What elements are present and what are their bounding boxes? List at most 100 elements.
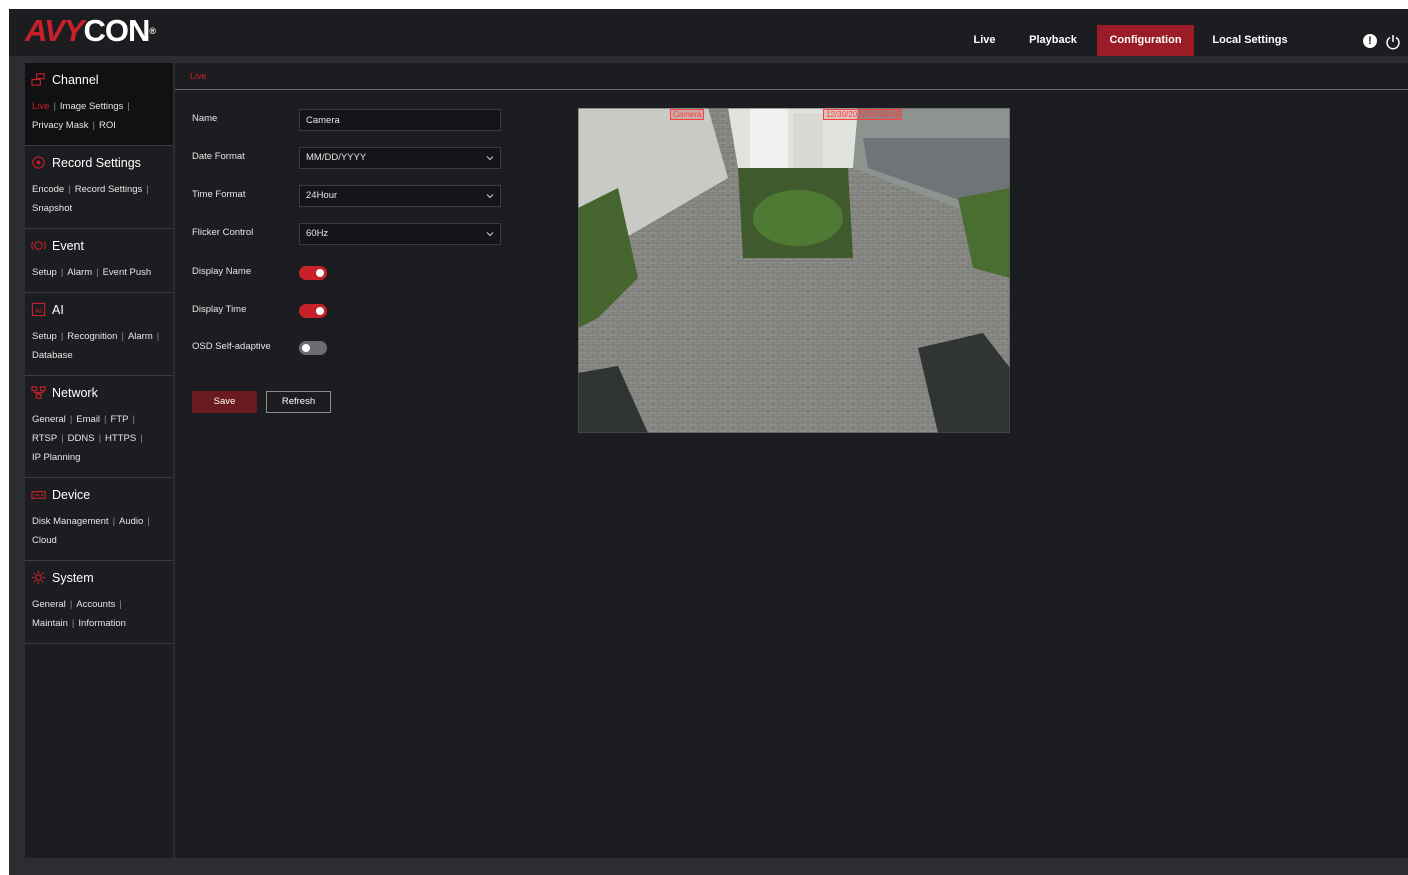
sidebar-link-image-settings[interactable]: Image Settings xyxy=(60,101,123,112)
name-input[interactable] xyxy=(299,109,501,131)
tab-bar: Live xyxy=(175,63,1408,90)
time-format-select[interactable]: 24Hour xyxy=(299,185,501,207)
logo-white-text: CON xyxy=(83,13,150,48)
sidebar-section-device: Device Disk Management | Audio | Cloud xyxy=(25,478,173,561)
ai-icon: AI xyxy=(31,302,46,317)
sidebar-section-event: Event Setup | Alarm | Event Push xyxy=(25,229,173,293)
sidebar-section-ai: AI AI Setup | Recognition | Alarm | Database xyxy=(25,293,173,376)
logo-registered-mark: ® xyxy=(149,26,156,36)
refresh-button[interactable]: Refresh xyxy=(266,391,331,413)
sidebar-device-links: Disk Management | Audio | Cloud xyxy=(32,516,150,546)
sidebar-link-information[interactable]: Information xyxy=(78,618,126,629)
sidebar-ai-title: AI xyxy=(52,302,64,317)
main-nav: Live Playback Configuration Local Settin… xyxy=(959,25,1306,56)
display-time-toggle[interactable] xyxy=(299,304,327,318)
flicker-control-value: 60Hz xyxy=(306,228,329,239)
sidebar: Channel Live | Image Settings | Privacy Mask… xyxy=(25,63,173,858)
sidebar-record-header[interactable]: Record Settings xyxy=(25,146,173,176)
sidebar-system-header[interactable]: System xyxy=(25,561,173,591)
sidebar-link-ftp[interactable]: FTP xyxy=(111,414,129,425)
sidebar-event-header[interactable]: Event xyxy=(25,229,173,259)
tab-live[interactable]: Live xyxy=(190,71,207,81)
sidebar-link-rtsp[interactable]: RTSP xyxy=(32,433,57,444)
sidebar-link-ai-setup[interactable]: Setup xyxy=(32,331,57,342)
sidebar-section-channel: Channel Live | Image Settings | Privacy Mask… xyxy=(25,63,173,146)
sidebar-event-title: Event xyxy=(52,238,84,253)
sidebar-link-ai-alarm[interactable]: Alarm xyxy=(128,331,153,342)
info-icon[interactable]: ! xyxy=(1363,34,1377,48)
sidebar-link-snapshot[interactable]: Snapshot xyxy=(32,203,72,214)
sidebar-device-title: Device xyxy=(52,487,91,502)
sidebar-link-live[interactable]: Live xyxy=(32,101,49,112)
power-icon[interactable] xyxy=(1385,34,1401,50)
flicker-control-select[interactable]: 60Hz xyxy=(299,223,501,245)
chevron-down-icon xyxy=(486,232,494,237)
sidebar-link-encode[interactable]: Encode xyxy=(32,184,64,195)
date-format-select[interactable]: MM/DD/YYYY xyxy=(299,147,501,169)
sidebar-section-network: Network General | Email | FTP | RTSP | DDNS | HTTP… xyxy=(25,376,173,478)
sidebar-link-recognition[interactable]: Recognition xyxy=(67,331,117,342)
sidebar-link-disk-management[interactable]: Disk Management xyxy=(32,516,109,527)
sidebar-record-links: Encode | Record Settings | Snapshot xyxy=(32,184,149,214)
sidebar-link-event-setup[interactable]: Setup xyxy=(32,267,57,278)
record-icon xyxy=(32,156,45,169)
sidebar-section-system: System General | Accounts | Maintain | Informa… xyxy=(25,561,173,644)
top-bar: AVYCON® Live Playback Configuration Loca… xyxy=(9,9,1408,56)
sidebar-link-audio[interactable]: Audio xyxy=(119,516,143,527)
sidebar-link-roi[interactable]: ROI xyxy=(99,120,116,131)
camera-preview-image xyxy=(578,108,1010,433)
sidebar-system-title: System xyxy=(52,570,94,585)
sidebar-link-ddns[interactable]: DDNS xyxy=(68,433,95,444)
sidebar-network-title: Network xyxy=(52,385,98,400)
display-name-label: Display Name xyxy=(192,266,252,277)
sidebar-link-privacy-mask[interactable]: Privacy Mask xyxy=(32,120,88,131)
nav-local-settings[interactable]: Local Settings xyxy=(1194,25,1306,56)
sidebar-channel-title: Channel xyxy=(52,72,99,87)
sidebar-channel-links: Live | Image Settings | Privacy Mask | ROI xyxy=(32,101,130,131)
content-panel: Live Name Date Format MM/DD/YYYY Time Fo… xyxy=(175,63,1408,858)
device-icon xyxy=(31,491,46,499)
sidebar-ai-header[interactable]: AI AI xyxy=(25,293,173,323)
brand-logo: AVYCON® xyxy=(25,13,156,48)
sidebar-link-event-alarm[interactable]: Alarm xyxy=(67,267,92,278)
event-icon xyxy=(31,241,46,250)
sidebar-link-event-push[interactable]: Event Push xyxy=(103,267,152,278)
sidebar-link-record-settings[interactable]: Record Settings xyxy=(75,184,143,195)
chevron-down-icon xyxy=(486,194,494,199)
chevron-down-icon xyxy=(486,156,494,161)
time-format-value: 24Hour xyxy=(306,190,338,201)
display-name-toggle[interactable] xyxy=(299,266,327,280)
sidebar-network-links: General | Email | FTP | RTSP | DDNS | HTTPS | IP Pla… xyxy=(32,414,143,463)
sidebar-link-https[interactable]: HTTPS xyxy=(105,433,136,444)
sidebar-channel-header[interactable]: Channel xyxy=(25,63,173,93)
app-window: AVYCON® Live Playback Configuration Loca… xyxy=(9,9,1408,875)
camera-icon xyxy=(31,73,45,86)
nav-configuration[interactable]: Configuration xyxy=(1097,25,1194,56)
logo-red-text: AVY xyxy=(25,13,84,48)
nav-live[interactable]: Live xyxy=(959,25,1010,56)
network-icon xyxy=(31,386,46,399)
display-time-label: Display Time xyxy=(192,304,247,315)
gear-icon xyxy=(31,570,46,585)
sidebar-link-database[interactable]: Database xyxy=(32,350,73,361)
sidebar-link-email[interactable]: Email xyxy=(76,414,100,425)
svg-text:AI: AI xyxy=(35,306,42,315)
save-button[interactable]: Save xyxy=(192,391,257,413)
nav-playback[interactable]: Playback xyxy=(1012,25,1094,56)
sidebar-link-accounts[interactable]: Accounts xyxy=(76,599,115,610)
sidebar-device-header[interactable]: Device xyxy=(25,478,173,508)
sidebar-link-network-general[interactable]: General xyxy=(32,414,66,425)
camera-preview: Camera 12/30/2022 09:24:48 xyxy=(578,108,1010,433)
osd-camera-name: Camera xyxy=(670,109,705,120)
flicker-control-label: Flicker Control xyxy=(192,227,254,238)
sidebar-link-maintain[interactable]: Maintain xyxy=(32,618,68,629)
sidebar-link-cloud[interactable]: Cloud xyxy=(32,535,57,546)
sidebar-ai-links: Setup | Recognition | Alarm | Database xyxy=(32,331,160,361)
sidebar-link-system-general[interactable]: General xyxy=(32,599,66,610)
sidebar-link-ip-planning[interactable]: IP Planning xyxy=(32,452,80,463)
osd-self-adaptive-toggle[interactable] xyxy=(299,341,327,355)
top-icons: ! xyxy=(1363,34,1401,50)
sidebar-network-header[interactable]: Network xyxy=(25,376,173,406)
osd-timestamp: 12/30/2022 09:24:48 xyxy=(823,109,903,120)
date-format-value: MM/DD/YYYY xyxy=(306,152,367,163)
